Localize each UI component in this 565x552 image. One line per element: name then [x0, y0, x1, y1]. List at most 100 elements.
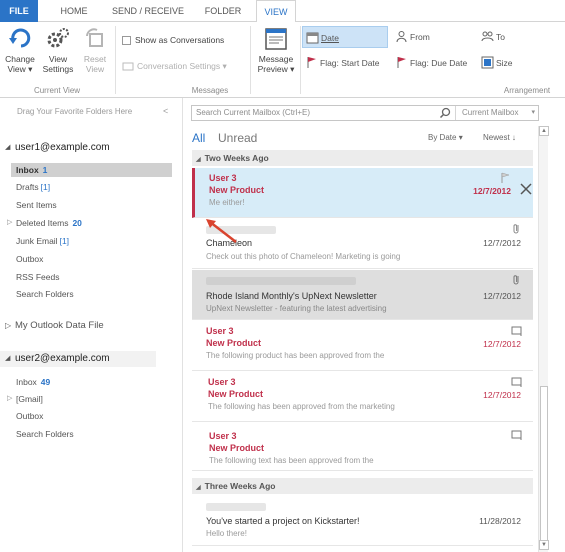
expand-triangle-icon: ◢ [5, 355, 11, 362]
conversation-settings-label: Conversation Settings [137, 61, 221, 71]
flag-icon[interactable] [499, 172, 511, 184]
expand-triangle-icon[interactable]: ▷ [7, 394, 12, 402]
folder-search-folders-user2[interactable]: Search Folders [16, 427, 74, 441]
folder-inbox[interactable]: Inbox 1 [11, 163, 172, 177]
message-item[interactable]: User 3 New Product The following product… [192, 321, 533, 371]
message-item[interactable]: Chameleon Check out this photo of Chamel… [192, 219, 533, 269]
folder-pane: Drag Your Favorite Folders Here < ◢ user… [0, 98, 183, 552]
folder-inbox-user2[interactable]: Inbox 49 [16, 375, 50, 389]
sort-order-toggle[interactable]: Newest ↓ [483, 133, 516, 142]
show-as-conversations-checkbox[interactable]: Show as Conversations [122, 32, 224, 48]
folder-label: Drafts [16, 182, 39, 192]
filter-all[interactable]: All [192, 131, 205, 145]
folder-label: Deleted Items [16, 218, 69, 228]
view-settings-icon [47, 28, 69, 48]
calendar-icon [306, 32, 319, 44]
account-user2[interactable]: ◢ user2@example.com [0, 351, 156, 367]
message-item[interactable]: User 3 New Product Me either! 12/7/2012 [192, 168, 533, 218]
ribbon-divider [300, 26, 301, 94]
folder-sent-items[interactable]: Sent Items [16, 198, 57, 212]
message-item[interactable]: User 3 New Product The following text ha… [192, 423, 533, 471]
delete-icon[interactable] [519, 182, 533, 196]
change-view-icon [9, 28, 31, 48]
folder-search-folders[interactable]: Search Folders [16, 287, 74, 301]
message-sender: User 3 [209, 173, 237, 183]
unread-count: 49 [40, 377, 51, 387]
tab-file[interactable]: FILE [0, 0, 38, 22]
scroll-up-icon[interactable]: ▲ [539, 126, 549, 136]
message-subject: New Product [209, 185, 265, 195]
tab-view[interactable]: VIEW [256, 0, 296, 23]
folder-deleted-items[interactable]: Deleted Items 20 [16, 216, 82, 230]
message-list-pane: Search Current Mailbox (Ctrl+E) Current … [184, 98, 565, 552]
folder-label: Junk Email [16, 236, 58, 246]
ribbon-tab-bar: FILE HOME SEND / RECEIVE FOLDER VIEW [0, 0, 565, 23]
conversation-settings-icon [122, 62, 134, 71]
message-date: 12/7/2012 [483, 390, 521, 400]
view-settings-button[interactable]: View Settings [40, 26, 76, 74]
search-scope-dropdown[interactable]: Current Mailbox ▾ [455, 106, 539, 120]
folder-rss-feeds[interactable]: RSS Feeds [16, 270, 59, 284]
group-header[interactable]: ◢ Two Weeks Ago [192, 150, 533, 166]
attachment-icon [513, 224, 519, 234]
person-icon [396, 31, 407, 43]
redacted-sender [206, 502, 266, 511]
folder-label: Inbox [16, 377, 37, 387]
expand-triangle-icon[interactable]: ▷ [7, 218, 12, 226]
message-date: 12/7/2012 [483, 291, 521, 301]
reset-view-button[interactable]: Reset View [78, 26, 112, 74]
message-item[interactable]: Rhode Island Monthly's UpNext Newsletter… [192, 270, 533, 320]
tab-send-receive[interactable]: SEND / RECEIVE [108, 0, 188, 22]
arrange-size-label: Size [496, 58, 513, 68]
folder-outbox-user2[interactable]: Outbox [16, 409, 43, 423]
search-input[interactable]: Search Current Mailbox (Ctrl+E) [196, 108, 310, 117]
message-sender [206, 501, 266, 511]
arrange-by-flag-start-date-button[interactable]: Flag: Start Date [302, 52, 390, 74]
message-preview: The following product has been approved … [206, 351, 385, 360]
redacted-sender [206, 276, 356, 285]
arrange-by-from-button[interactable]: From [392, 26, 472, 48]
arrange-flag-due-label: Flag: Due Date [410, 58, 468, 68]
message-item[interactable]: You've started a project on Kickstarter!… [192, 496, 533, 546]
message-preview: The following has been approved from the… [208, 402, 395, 411]
ribbon: Change View ▾ View Settings Reset View C… [0, 22, 565, 98]
folder-label: [Gmail] [16, 394, 43, 404]
account-my-outlook-data-file[interactable]: ▷ My Outlook Data File [0, 318, 183, 334]
tab-folder[interactable]: FOLDER [198, 0, 248, 22]
change-view-button[interactable]: Change View ▾ [2, 26, 38, 74]
search-box[interactable]: Search Current Mailbox (Ctrl+E) Current … [191, 105, 539, 121]
folder-label: RSS Feeds [16, 272, 60, 282]
arrange-by-to-button[interactable]: To [478, 26, 548, 48]
account-user1[interactable]: ◢ user1@example.com [0, 140, 183, 156]
tab-home[interactable]: HOME [52, 0, 96, 22]
scrollbar-thumb[interactable] [540, 386, 548, 546]
folder-junk-email[interactable]: Junk Email [1] [16, 234, 69, 248]
flag-icon [307, 57, 316, 68]
arrange-to-label: To [496, 32, 505, 42]
arrange-by-size-button[interactable]: Size [478, 52, 548, 74]
message-preview-button[interactable]: Message Preview ▾ [254, 26, 298, 74]
search-icon[interactable] [439, 107, 451, 119]
arrange-by-flag-due-date-button[interactable]: Flag: Due Date [392, 52, 476, 74]
message-preview: Check out this photo of Chameleon! Marke… [206, 252, 401, 261]
scroll-down-icon[interactable]: ▼ [539, 540, 549, 550]
message-sender: User 3 [208, 377, 236, 387]
conversation-settings-button[interactable]: Conversation Settings ▾ [122, 58, 227, 74]
message-item[interactable]: User 3 New Product The following has bee… [192, 372, 533, 422]
ribbon-divider [250, 26, 251, 94]
message-preview: UpNext Newsletter - featuring the latest… [206, 304, 387, 313]
message-sender [206, 275, 356, 285]
collapse-folder-pane-icon[interactable]: < [163, 106, 168, 116]
group-header[interactable]: ◢ Three Weeks Ago [192, 478, 533, 494]
people-icon [481, 31, 494, 42]
message-subject: New Product [209, 443, 265, 453]
folder-outbox[interactable]: Outbox [16, 252, 43, 266]
message-list-scrollbar[interactable]: ▲ ▼ [538, 126, 549, 552]
filter-unread[interactable]: Unread [218, 131, 257, 145]
arrange-by-date-button[interactable]: Date [302, 26, 388, 48]
folder-drafts[interactable]: Drafts [1] [16, 180, 50, 194]
chevron-down-icon: ▾ [531, 109, 535, 116]
messages-group-label: Messages [191, 86, 229, 95]
folder-gmail[interactable]: [Gmail] [16, 392, 43, 406]
sort-by-dropdown[interactable]: By Date ▾ [428, 133, 463, 142]
